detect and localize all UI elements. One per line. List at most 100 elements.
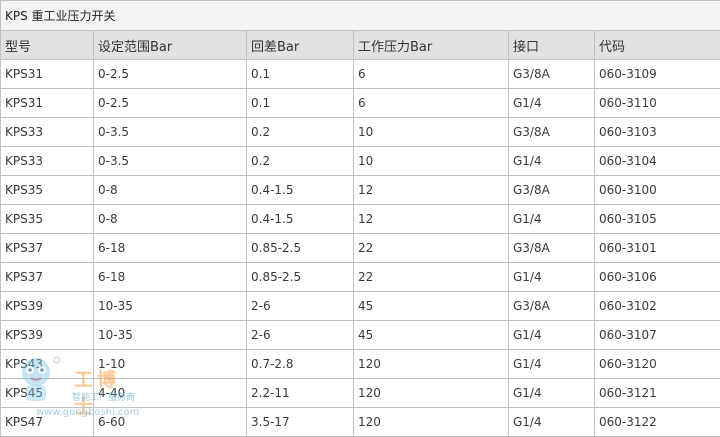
cell-model: KPS47 bbox=[1, 408, 94, 437]
cell-setting-range: 6-18 bbox=[94, 263, 247, 292]
cell-differential: 0.7-2.8 bbox=[247, 350, 354, 379]
cell-setting-range: 0-8 bbox=[94, 205, 247, 234]
cell-working-pressure: 22 bbox=[354, 263, 509, 292]
table-row: KPS431-100.7-2.8120G1/4060-3120 bbox=[1, 350, 720, 379]
cell-code: 060-3101 bbox=[595, 234, 720, 263]
cell-differential: 0.85-2.5 bbox=[247, 234, 354, 263]
table-row: KPS310-2.50.16G1/4060-3110 bbox=[1, 89, 720, 118]
cell-connection: G3/8A bbox=[509, 176, 595, 205]
cell-setting-range: 0-2.5 bbox=[94, 60, 247, 89]
cell-setting-range: 1-10 bbox=[94, 350, 247, 379]
cell-setting-range: 10-35 bbox=[94, 321, 247, 350]
cell-model: KPS31 bbox=[1, 60, 94, 89]
cell-code: 060-3107 bbox=[595, 321, 720, 350]
cell-working-pressure: 12 bbox=[354, 176, 509, 205]
cell-setting-range: 0-3.5 bbox=[94, 118, 247, 147]
header-setting-range: 设定范围Bar bbox=[94, 31, 247, 60]
table-row: KPS350-80.4-1.512G3/8A060-3100 bbox=[1, 176, 720, 205]
cell-working-pressure: 12 bbox=[354, 205, 509, 234]
cell-differential: 0.1 bbox=[247, 89, 354, 118]
table-row: KPS330-3.50.210G3/8A060-3103 bbox=[1, 118, 720, 147]
table-title: KPS 重工业压力开关 bbox=[1, 1, 720, 31]
header-code: 代码 bbox=[595, 31, 720, 60]
cell-differential: 0.85-2.5 bbox=[247, 263, 354, 292]
table-row: KPS330-3.50.210G1/4060-3104 bbox=[1, 147, 720, 176]
cell-code: 060-3106 bbox=[595, 263, 720, 292]
header-connection: 接口 bbox=[509, 31, 595, 60]
cell-model: KPS39 bbox=[1, 321, 94, 350]
cell-differential: 0.4-1.5 bbox=[247, 205, 354, 234]
cell-setting-range: 4-40 bbox=[94, 379, 247, 408]
cell-code: 060-3120 bbox=[595, 350, 720, 379]
cell-code: 060-3121 bbox=[595, 379, 720, 408]
cell-connection: G1/4 bbox=[509, 408, 595, 437]
cell-differential: 0.2 bbox=[247, 147, 354, 176]
cell-connection: G1/4 bbox=[509, 263, 595, 292]
cell-connection: G1/4 bbox=[509, 379, 595, 408]
table-body: KPS310-2.50.16G3/8A060-3109KPS310-2.50.1… bbox=[1, 60, 720, 437]
cell-working-pressure: 120 bbox=[354, 408, 509, 437]
cell-model: KPS37 bbox=[1, 263, 94, 292]
cell-code: 060-3100 bbox=[595, 176, 720, 205]
cell-connection: G1/4 bbox=[509, 89, 595, 118]
cell-code: 060-3102 bbox=[595, 292, 720, 321]
cell-model: KPS35 bbox=[1, 205, 94, 234]
cell-working-pressure: 120 bbox=[354, 350, 509, 379]
cell-model: KPS37 bbox=[1, 234, 94, 263]
table-row: KPS3910-352-645G1/4060-3107 bbox=[1, 321, 720, 350]
cell-model: KPS33 bbox=[1, 147, 94, 176]
cell-model: KPS39 bbox=[1, 292, 94, 321]
cell-working-pressure: 45 bbox=[354, 292, 509, 321]
cell-working-pressure: 120 bbox=[354, 379, 509, 408]
cell-working-pressure: 10 bbox=[354, 147, 509, 176]
cell-connection: G1/4 bbox=[509, 147, 595, 176]
cell-connection: G1/4 bbox=[509, 205, 595, 234]
cell-code: 060-3105 bbox=[595, 205, 720, 234]
header-model: 型号 bbox=[1, 31, 94, 60]
cell-connection: G1/4 bbox=[509, 321, 595, 350]
cell-differential: 2.2-11 bbox=[247, 379, 354, 408]
table-row: KPS310-2.50.16G3/8A060-3109 bbox=[1, 60, 720, 89]
cell-connection: G3/8A bbox=[509, 292, 595, 321]
cell-setting-range: 10-35 bbox=[94, 292, 247, 321]
cell-differential: 0.1 bbox=[247, 60, 354, 89]
cell-differential: 2-6 bbox=[247, 292, 354, 321]
cell-connection: G3/8A bbox=[509, 118, 595, 147]
header-working-pressure: 工作压力Bar bbox=[354, 31, 509, 60]
cell-model: KPS33 bbox=[1, 118, 94, 147]
cell-code: 060-3103 bbox=[595, 118, 720, 147]
cell-differential: 0.2 bbox=[247, 118, 354, 147]
table-row: KPS3910-352-645G3/8A060-3102 bbox=[1, 292, 720, 321]
table-row: KPS350-80.4-1.512G1/4060-3105 bbox=[1, 205, 720, 234]
cell-connection: G3/8A bbox=[509, 60, 595, 89]
cell-differential: 2-6 bbox=[247, 321, 354, 350]
pressure-switch-table: KPS 重工业压力开关 型号 设定范围Bar 回差Bar 工作压力Bar 接口 … bbox=[0, 0, 720, 437]
cell-setting-range: 0-2.5 bbox=[94, 89, 247, 118]
cell-working-pressure: 6 bbox=[354, 89, 509, 118]
cell-model: KPS31 bbox=[1, 89, 94, 118]
cell-code: 060-3109 bbox=[595, 60, 720, 89]
table-title-row: KPS 重工业压力开关 bbox=[1, 1, 720, 31]
table-row: KPS376-180.85-2.522G3/8A060-3101 bbox=[1, 234, 720, 263]
cell-model: KPS45 bbox=[1, 379, 94, 408]
cell-connection: G1/4 bbox=[509, 350, 595, 379]
cell-code: 060-3110 bbox=[595, 89, 720, 118]
table-row: KPS476-603.5-17120G1/4060-3122 bbox=[1, 408, 720, 437]
cell-working-pressure: 45 bbox=[354, 321, 509, 350]
document: KPS 重工业压力开关 型号 设定范围Bar 回差Bar 工作压力Bar 接口 … bbox=[0, 0, 720, 436]
cell-model: KPS35 bbox=[1, 176, 94, 205]
header-differential: 回差Bar bbox=[247, 31, 354, 60]
cell-model: KPS43 bbox=[1, 350, 94, 379]
cell-differential: 0.4-1.5 bbox=[247, 176, 354, 205]
cell-setting-range: 6-60 bbox=[94, 408, 247, 437]
table-row: KPS454-402.2-11120G1/4060-3121 bbox=[1, 379, 720, 408]
cell-setting-range: 6-18 bbox=[94, 234, 247, 263]
table-header-row: 型号 设定范围Bar 回差Bar 工作压力Bar 接口 代码 bbox=[1, 31, 720, 60]
cell-working-pressure: 6 bbox=[354, 60, 509, 89]
cell-differential: 3.5-17 bbox=[247, 408, 354, 437]
cell-setting-range: 0-3.5 bbox=[94, 147, 247, 176]
cell-working-pressure: 22 bbox=[354, 234, 509, 263]
cell-working-pressure: 10 bbox=[354, 118, 509, 147]
table-row: KPS376-180.85-2.522G1/4060-3106 bbox=[1, 263, 720, 292]
cell-connection: G3/8A bbox=[509, 234, 595, 263]
